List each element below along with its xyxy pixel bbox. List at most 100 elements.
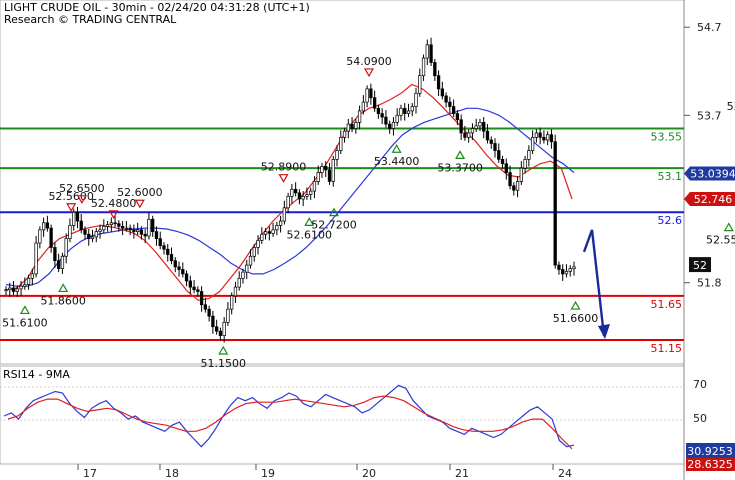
candle-body-115 — [436, 75, 441, 90]
candle-body-68 — [260, 233, 264, 241]
candle-body-127 — [482, 122, 486, 132]
candle-body-58 — [222, 322, 226, 336]
candle-body-37 — [143, 233, 147, 237]
candle-body-82 — [312, 181, 317, 192]
pivot-label-3: 52.6000 — [117, 186, 163, 199]
candle-body-27 — [105, 224, 110, 227]
candle-body-123 — [467, 132, 471, 138]
candle-body-103 — [391, 122, 396, 129]
candle-body-89 — [339, 136, 343, 151]
candle-body-148 — [561, 269, 565, 275]
candle-body-84 — [320, 166, 324, 173]
level-label-52.6: 52.6 — [658, 214, 683, 227]
candle-body-47 — [181, 269, 185, 275]
candle-body-64 — [245, 264, 249, 273]
candle-body-6 — [26, 277, 31, 285]
candle-body-74 — [282, 207, 287, 222]
candle-body-28 — [109, 222, 113, 225]
candle-body-10 — [41, 222, 46, 231]
candle-body-99 — [376, 107, 381, 114]
price-tags: 53.0394 52.746 52 — [684, 166, 735, 273]
candle-body-129 — [489, 139, 493, 144]
candle-body-43 — [166, 248, 170, 255]
candle-body-65 — [248, 255, 253, 266]
candle-body-12 — [49, 227, 53, 248]
candle-body-87 — [331, 159, 335, 182]
candle-body-116 — [440, 88, 444, 97]
candle-body-135 — [512, 185, 516, 191]
candle-body-85 — [324, 166, 328, 171]
chart-subtitle: Research © TRADING CENTRAL — [4, 13, 177, 26]
candle-body-79 — [301, 196, 305, 200]
y-tick-label-3: 51.8 — [697, 277, 722, 290]
x-tick-label-1: 18 — [165, 467, 179, 480]
rsi-value-label: 30.9253 — [687, 445, 733, 458]
candle-body-33 — [128, 227, 132, 231]
pivot-label-12: 53.3700 — [437, 161, 483, 174]
candle-body-67 — [256, 240, 260, 248]
candle-body-130 — [493, 143, 497, 151]
candle-body-88 — [335, 150, 339, 160]
candle-body-70 — [267, 231, 271, 234]
candle-body-2 — [11, 287, 16, 292]
candle-body-149 — [564, 270, 569, 275]
candle-body-96 — [365, 88, 369, 103]
chart-canvas: LIGHT CRUDE OIL - 30min - 02/24/20 04:31… — [0, 0, 735, 480]
x-tick-label-3: 20 — [362, 467, 376, 480]
candle-body-144 — [546, 134, 550, 141]
pivot-label-5: 51.6100 — [2, 316, 48, 329]
candle-body-24 — [94, 231, 98, 238]
candle-body-23 — [90, 236, 95, 240]
candle-body-119 — [451, 106, 456, 114]
pivot-label-9: 52.7200 — [311, 219, 357, 232]
candle-body-102 — [388, 123, 392, 129]
candle-body-60 — [230, 295, 234, 310]
candle-body-101 — [384, 116, 388, 125]
candle-body-7 — [30, 273, 34, 279]
pivot-label-13: 53.5800 — [727, 100, 735, 113]
candle-body-30 — [117, 223, 121, 227]
candle-body-109 — [414, 92, 418, 107]
pivot-label-11: 53.4400 — [374, 155, 420, 168]
candle-body-39 — [151, 218, 155, 232]
candle-body-72 — [275, 225, 279, 231]
pivot-low-marker-14 — [723, 222, 734, 232]
candle-body-76 — [290, 188, 294, 197]
candle-body-81 — [309, 190, 313, 195]
candle-body-111 — [421, 57, 426, 77]
candle-body-145 — [549, 134, 554, 143]
pivot-label-7: 52.8900 — [261, 161, 307, 174]
candle-body-42 — [162, 245, 166, 250]
pivot-label-1: 52.6500 — [59, 182, 105, 195]
candle-body-34 — [132, 229, 136, 232]
candle-body-98 — [372, 97, 377, 109]
candle-body-57 — [218, 330, 223, 336]
candle-body-56 — [214, 326, 219, 332]
candle-body-138 — [523, 159, 527, 169]
candle-body-151 — [572, 266, 576, 269]
candle-body-147 — [557, 264, 561, 270]
candle-body-146 — [553, 141, 557, 266]
rsi-tick-50: 50 — [693, 412, 707, 425]
candle-body-32 — [124, 227, 129, 230]
candle-body-125 — [474, 125, 478, 129]
y-axis: 54.7 53.7 51.8 — [684, 21, 722, 290]
candle-body-93 — [354, 122, 358, 129]
candle-body-4 — [19, 285, 23, 290]
candle-body-78 — [297, 192, 302, 200]
x-tick-label-5: 24 — [558, 467, 572, 480]
candle-body-136 — [515, 181, 520, 191]
candle-body-25 — [98, 229, 102, 232]
candle-body-5 — [23, 284, 27, 287]
candle-body-95 — [361, 101, 366, 112]
candle-body-73 — [278, 220, 283, 226]
candle-body-69 — [263, 231, 268, 235]
candle-body-29 — [113, 222, 117, 225]
price-tag-label-2: 52 — [693, 259, 707, 272]
candle-body-35 — [136, 229, 140, 232]
level-label-53.1: 53.1 — [658, 170, 683, 183]
rsi-title: RSI14 - 9MA — [3, 368, 70, 381]
candle-body-54 — [207, 308, 211, 317]
candle-body-19 — [75, 211, 80, 222]
rsi-plot-frame — [0, 365, 685, 465]
